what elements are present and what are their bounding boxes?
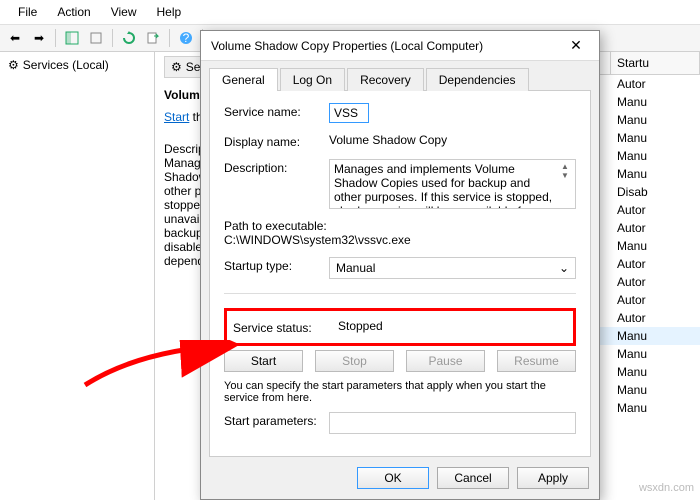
ok-button[interactable]: OK [357,467,429,489]
service-status-row: Service status: Stopped [224,308,576,346]
control-button-row: Start Stop Pause Resume [224,350,576,372]
export-button[interactable] [142,27,164,49]
tab-recovery[interactable]: Recovery [347,68,424,91]
properties-button[interactable] [85,27,107,49]
value-service-name[interactable]: VSS [329,103,369,123]
tree-item-services-local[interactable]: ⚙ Services (Local) [4,56,150,74]
menu-help[interactable]: Help [147,2,192,22]
pause-button: Pause [406,350,485,372]
value-display-name: Volume Shadow Copy [329,133,576,147]
cell-startup: Autor [611,273,700,291]
properties-dialog: Volume Shadow Copy Properties (Local Com… [200,30,600,500]
scrollbar[interactable]: ▲▼ [559,162,571,180]
cell-startup: Autor [611,201,700,219]
label-path: Path to executable: [224,219,576,233]
separator [169,29,170,47]
startup-type-combo[interactable]: Manual ⌄ [329,257,576,279]
separator [112,29,113,47]
svg-text:?: ? [183,31,190,45]
cell-startup: Manu [611,165,700,183]
forward-button[interactable]: ➡ [28,27,50,49]
tab-body-general: Service name: VSS Display name: Volume S… [209,90,591,457]
tab-logon[interactable]: Log On [280,68,345,91]
label-description: Description: [224,159,329,175]
cell-startup: Manu [611,129,700,147]
tab-general[interactable]: General [209,68,278,91]
description-textbox[interactable]: ▲▼ Manages and implements Volume Shadow … [329,159,576,209]
tab-dependencies[interactable]: Dependencies [426,68,529,91]
back-button[interactable]: ⬅ [4,27,26,49]
startup-type-value: Manual [336,261,375,275]
help-button[interactable]: ? [175,27,197,49]
tab-strip: General Log On Recovery Dependencies [201,61,599,90]
label-service-name: Service name: [224,103,329,119]
cell-startup: Manu [611,381,700,399]
menu-file[interactable]: File [8,2,47,22]
chevron-down-icon: ⌄ [559,261,569,275]
label-start-params: Start parameters: [224,412,329,428]
start-params-input[interactable] [329,412,576,434]
dialog-button-row: OK Cancel Apply [201,457,599,499]
close-button[interactable]: ✕ [563,37,589,54]
cell-startup: Manu [611,111,700,129]
menu-bar: File Action View Help [0,0,700,25]
gear-icon: ⚙ [8,58,19,72]
dialog-title: Volume Shadow Copy Properties (Local Com… [211,39,563,53]
scroll-down-icon[interactable]: ▼ [559,171,571,180]
resume-button: Resume [497,350,576,372]
cell-startup: Manu [611,147,700,165]
menu-view[interactable]: View [101,2,147,22]
start-link[interactable]: Start [164,110,189,124]
label-startup-type: Startup type: [224,257,329,273]
gear-icon: ⚙ [171,60,182,74]
menu-action[interactable]: Action [47,2,100,22]
cell-startup: Autor [611,75,700,93]
params-hint: You can specify the start parameters tha… [224,380,576,404]
cell-startup: Manu [611,93,700,111]
cell-startup: Manu [611,399,700,417]
label-service-status: Service status: [233,319,338,335]
scroll-up-icon[interactable]: ▲ [559,162,571,171]
cell-startup: Disab [611,183,700,201]
refresh-button[interactable] [118,27,140,49]
apply-button[interactable]: Apply [517,467,589,489]
col-startup[interactable]: Startu [611,52,700,74]
separator [55,29,56,47]
cell-startup: Manu [611,345,700,363]
stop-button: Stop [315,350,394,372]
watermark: wsxdn.com [639,482,694,494]
value-service-status: Stopped [338,319,383,335]
cancel-button[interactable]: Cancel [437,467,509,489]
value-path: C:\WINDOWS\system32\vssvc.exe [224,233,576,247]
divider [224,293,576,294]
tree-pane: ⚙ Services (Local) [0,52,155,500]
cell-startup: Manu [611,327,700,345]
label-display-name: Display name: [224,133,329,149]
tree-item-label: Services (Local) [23,58,109,72]
dialog-titlebar[interactable]: Volume Shadow Copy Properties (Local Com… [201,31,599,61]
show-hide-button[interactable] [61,27,83,49]
cell-startup: Manu [611,363,700,381]
start-button[interactable]: Start [224,350,303,372]
cell-startup: Autor [611,309,700,327]
cell-startup: Manu [611,237,700,255]
cell-startup: Autor [611,291,700,309]
description-value: Manages and implements Volume Shadow Cop… [334,162,552,209]
cell-startup: Autor [611,219,700,237]
cell-startup: Autor [611,255,700,273]
